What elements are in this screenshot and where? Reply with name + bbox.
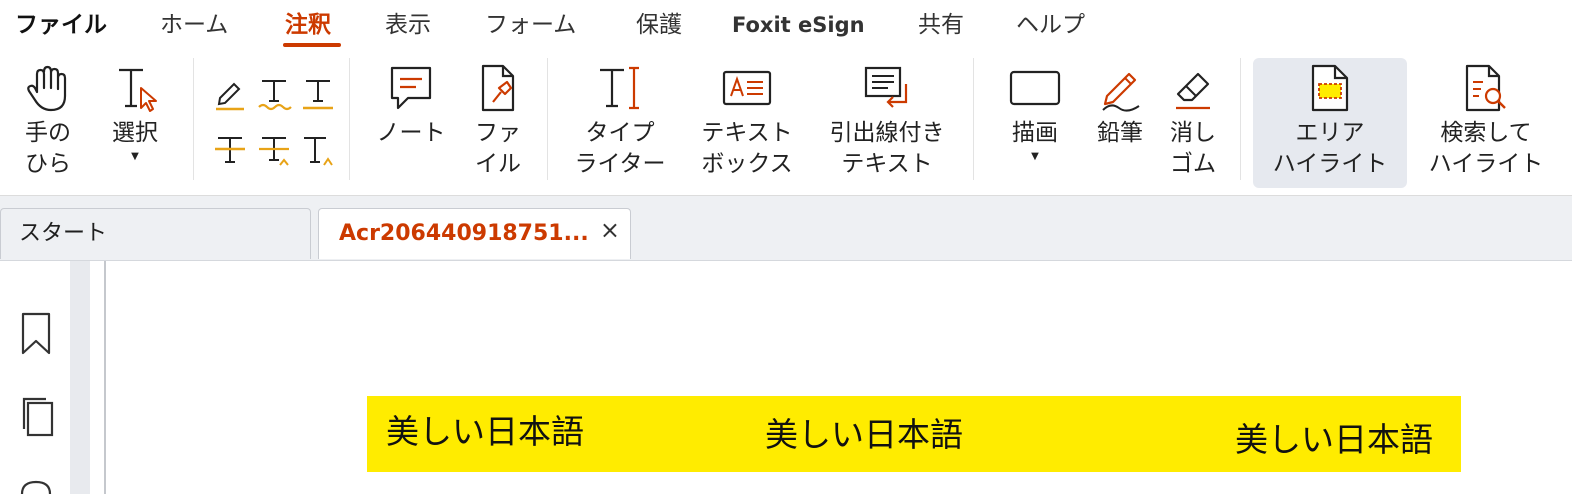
document-text-middle: 美しい日本語 (765, 415, 963, 454)
select-text-icon (119, 68, 157, 112)
eraser-label-1: 消し (1170, 120, 1216, 146)
typewriter-label-2: ライター (574, 151, 666, 177)
close-icon[interactable]: × (600, 217, 620, 243)
menu-foxit-esign[interactable]: Foxit eSign (732, 10, 865, 40)
area-highlight-icon (1311, 64, 1349, 112)
side-panel-scrollbar[interactable] (70, 261, 90, 494)
search-highlight-button[interactable]: 検索して ハイライト (1420, 62, 1552, 180)
ribbon-separator (349, 58, 350, 180)
menu-form[interactable]: フォーム (485, 10, 576, 40)
menu-bar: ファイル ホーム 注釈 表示 フォーム 保護 Foxit eSign 共有 ヘル… (0, 0, 1572, 50)
tab-document-label: Acr206440918751... (339, 221, 589, 246)
area-highlight-label-2: ハイライト (1272, 151, 1388, 177)
callout-label-2: テキスト (841, 151, 933, 177)
underline-icon[interactable] (300, 76, 336, 112)
ribbon-separator (973, 58, 974, 180)
ribbon-separator (193, 58, 194, 180)
pencil-label: 鉛筆 (1097, 120, 1143, 146)
bookmark-icon[interactable] (18, 311, 54, 357)
tab-start[interactable]: スタート (0, 208, 311, 259)
menu-home[interactable]: ホーム (160, 10, 228, 40)
ribbon-separator (547, 58, 548, 180)
typewriter-label-1: タイプ (585, 120, 655, 146)
menu-comment[interactable]: 注釈 (285, 10, 331, 40)
search-highlight-label-2: ハイライト (1428, 151, 1544, 177)
file-label-1: ファ (475, 120, 521, 146)
document-tab-bar: スタート Acr206440918751... × (0, 196, 1572, 261)
tab-start-label: スタート (19, 221, 108, 246)
comment-icon[interactable] (18, 479, 54, 494)
document-text-right: 美しい日本語 (1235, 420, 1433, 459)
eraser-label-2: ゴム (1170, 151, 1216, 177)
hand-tool-button[interactable]: 手の ひら (12, 62, 84, 180)
area-highlight-label-1: エリア (1295, 120, 1365, 146)
tab-document[interactable]: Acr206440918751... × (318, 208, 631, 259)
callout-button[interactable]: 引出線付き テキスト (820, 62, 954, 180)
draw-button[interactable]: 描画 ▼ (1002, 62, 1068, 163)
typewriter-icon (600, 66, 639, 110)
eraser-icon (1176, 72, 1210, 110)
typewriter-button[interactable]: タイプ ライター (566, 62, 674, 180)
draw-label: 描画 (1012, 120, 1058, 146)
hand-tool-label-2: ひら (25, 151, 71, 177)
menu-file[interactable]: ファイル (15, 10, 107, 40)
draw-dropdown-caret-icon[interactable]: ▼ (1002, 151, 1068, 163)
ribbon-toolbar: 手の ひら 選択 ▼ ノート ファ イル タイプ ライター テキスト ボックス … (0, 50, 1572, 196)
menu-protect[interactable]: 保護 (636, 10, 682, 40)
textbox-label-1: テキスト (701, 120, 793, 146)
menu-view[interactable]: 表示 (385, 10, 431, 40)
note-icon (390, 66, 432, 110)
pages-icon[interactable] (18, 395, 58, 439)
hand-icon (27, 65, 67, 112)
note-label: ノート (376, 120, 446, 146)
rectangle-icon (1009, 70, 1061, 106)
active-menu-underline (283, 43, 341, 47)
select-tool-button[interactable]: 選択 ▼ (100, 62, 170, 163)
eraser-button[interactable]: 消し ゴム (1160, 62, 1226, 180)
hand-tool-label-1: 手の (25, 120, 71, 146)
strikeout-icon[interactable] (212, 132, 248, 168)
search-highlight-label-1: 検索して (1440, 120, 1532, 146)
ribbon-separator (1240, 58, 1241, 180)
insert-text-icon[interactable] (300, 132, 336, 168)
highlight-text-icon[interactable] (212, 76, 248, 112)
pencil-icon (1102, 72, 1140, 112)
textbox-button[interactable]: テキスト ボックス (690, 62, 804, 180)
callout-icon (864, 66, 908, 108)
callout-label-1: 引出線付き (829, 120, 945, 146)
select-tool-label: 選択 (112, 120, 158, 146)
area-highlight-button[interactable]: エリア ハイライト (1253, 58, 1407, 188)
menu-share[interactable]: 共有 (918, 10, 964, 40)
document-text-left: 美しい日本語 (386, 412, 584, 451)
replace-text-icon[interactable] (256, 132, 292, 168)
textbox-label-2: ボックス (701, 151, 793, 177)
squiggly-underline-icon[interactable] (256, 76, 292, 112)
file-label-2: イル (475, 151, 521, 177)
pencil-button[interactable]: 鉛筆 (1090, 62, 1150, 149)
file-attachment-icon (481, 64, 515, 112)
menu-help[interactable]: ヘルプ (1016, 10, 1085, 40)
select-dropdown-caret-icon[interactable]: ▼ (100, 151, 170, 163)
search-highlight-icon (1465, 64, 1506, 112)
textbox-icon (722, 70, 772, 106)
note-button[interactable]: ノート (370, 62, 452, 149)
file-attachment-button[interactable]: ファ イル (462, 62, 534, 180)
